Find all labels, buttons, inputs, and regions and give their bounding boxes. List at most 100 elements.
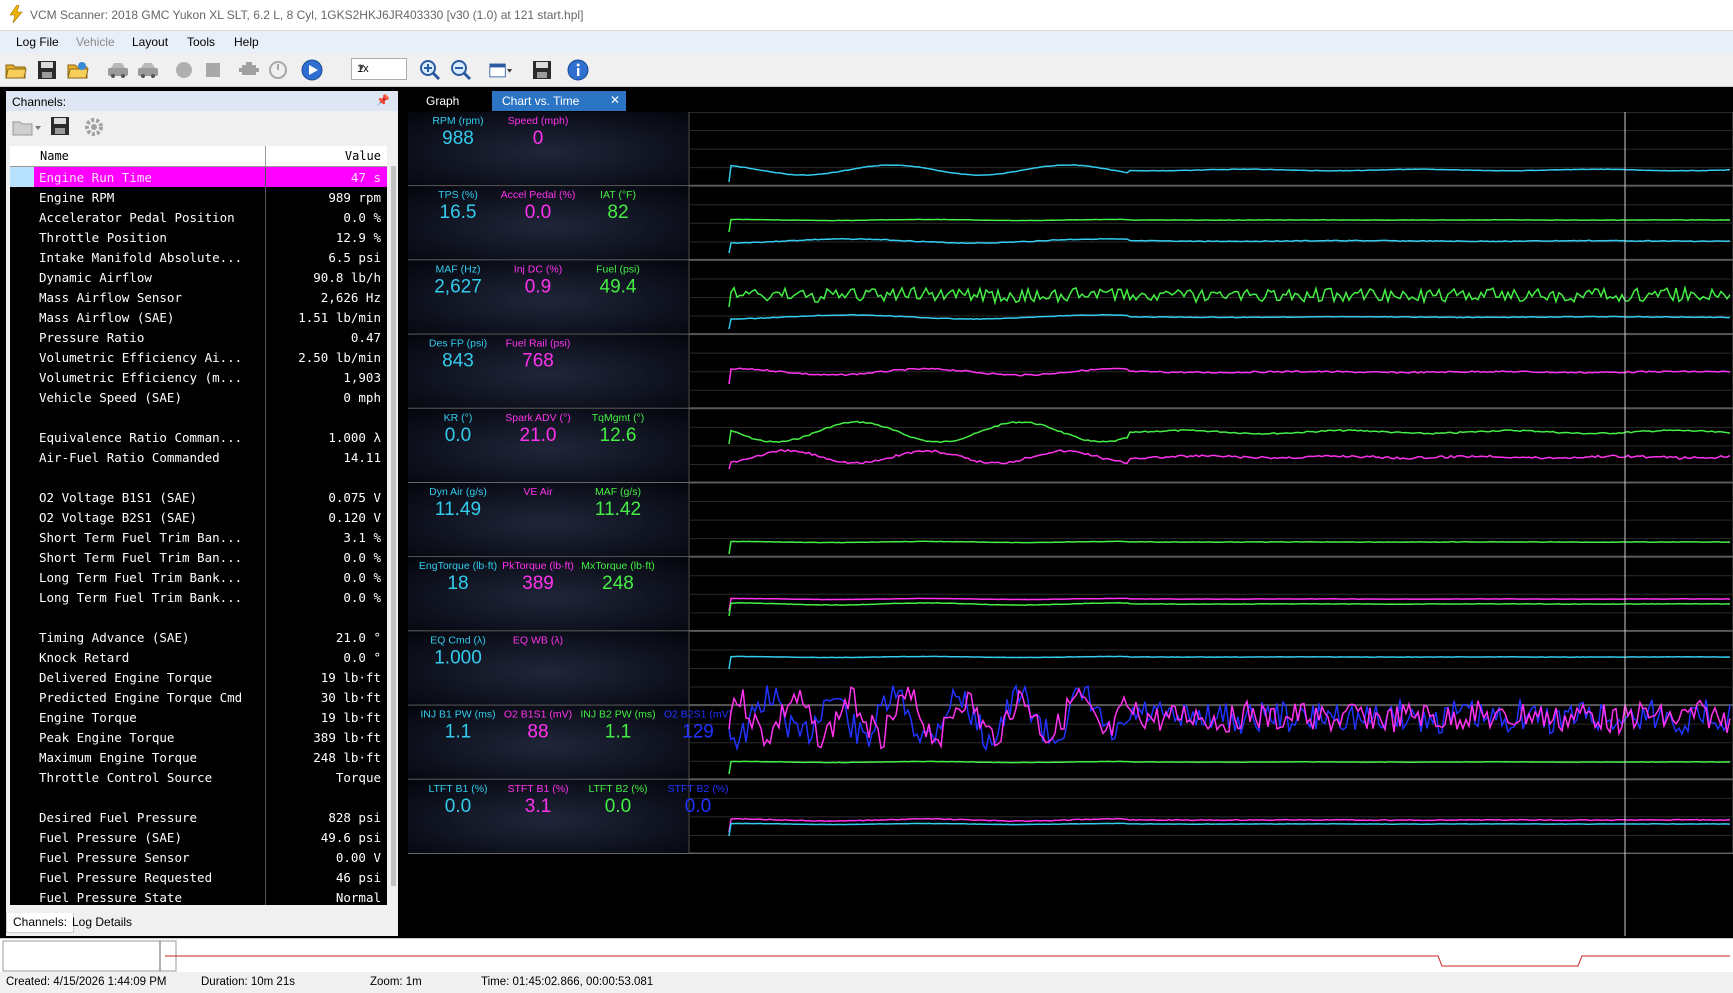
menu-layout[interactable]: Layout <box>132 35 168 49</box>
channel-row[interactable]: Predicted Engine Torque Cmd 30 lb·ft <box>10 687 387 707</box>
chart-pane[interactable]: LTFT B1 (%)0.0STFT B1 (%)3.1LTFT B2 (%)0… <box>408 779 1733 854</box>
row-selector[interactable] <box>10 287 34 307</box>
timeline-overview[interactable] <box>0 938 1733 973</box>
zoom-in-icon[interactable] <box>418 58 442 82</box>
tab-chart-vs-time[interactable]: Chart vs. Time ✕ <box>492 91 626 111</box>
stop-icon[interactable] <box>201 58 225 82</box>
tab-graph[interactable]: Graph <box>416 91 484 111</box>
channel-row[interactable]: Pressure Ratio 0.47 <box>10 327 387 347</box>
channel-row[interactable]: Dynamic Airflow 90.8 lb/h <box>10 267 387 287</box>
row-selector[interactable] <box>10 567 34 587</box>
row-selector[interactable] <box>10 227 34 247</box>
open-channels-icon[interactable] <box>12 117 42 137</box>
channel-row[interactable]: Vehicle Speed (SAE) 0 mph <box>10 387 387 407</box>
channel-row[interactable]: Accelerator Pedal Position 0.0 % <box>10 207 387 227</box>
menu-tools[interactable]: Tools <box>187 35 215 49</box>
channel-row[interactable]: Delivered Engine Torque 19 lb·ft <box>10 667 387 687</box>
pin-icon[interactable]: 📌 <box>376 94 390 107</box>
chart-pane[interactable]: TPS (%)16.5 Accel Pedal (%)0.0 IAT (°F)82 <box>408 185 1733 261</box>
row-selector[interactable] <box>10 527 34 547</box>
tab-channels[interactable]: Channels: <box>6 913 75 933</box>
channel-row[interactable]: Mass Airflow (SAE) 1.51 lb/min <box>10 307 387 327</box>
channel-row[interactable]: Short Term Fuel Trim Ban... 0.0 % <box>10 547 387 567</box>
channel-row[interactable]: Equivalence Ratio Comman... 1.000 λ <box>10 427 387 447</box>
row-selector[interactable] <box>10 547 34 567</box>
row-selector[interactable] <box>10 327 34 347</box>
row-selector[interactable] <box>10 687 34 707</box>
channel-row[interactable]: Air-Fuel Ratio Commanded 14.11 <box>10 447 387 467</box>
row-selector[interactable] <box>10 307 34 327</box>
close-icon[interactable]: ✕ <box>610 93 620 107</box>
row-selector[interactable] <box>10 727 34 747</box>
row-selector[interactable] <box>10 387 34 407</box>
channel-row[interactable]: Peak Engine Torque 389 lb·ft <box>10 727 387 747</box>
open-folder-icon[interactable] <box>4 58 28 82</box>
open-recent-icon[interactable] <box>66 58 90 82</box>
channel-row[interactable]: Intake Manifold Absolute... 6.5 psi <box>10 247 387 267</box>
vehicle-connect-icon[interactable] <box>106 58 130 82</box>
row-selector[interactable] <box>10 667 34 687</box>
row-selector[interactable] <box>10 267 34 287</box>
save-icon[interactable] <box>35 58 59 82</box>
row-selector[interactable] <box>10 847 34 867</box>
channel-row[interactable]: O2 Voltage B2S1 (SAE) 0.120 V <box>10 507 387 527</box>
channel-row[interactable] <box>10 787 387 807</box>
chart-pane[interactable]: Des FP (psi)843 Fuel Rail (psi)768 <box>408 334 1733 409</box>
channel-row[interactable] <box>10 467 387 487</box>
row-selector[interactable] <box>10 487 34 507</box>
chart-pane[interactable]: MAF (Hz)2,627 Inj DC (%)0.9 Fuel (psi)49.4 <box>408 259 1733 335</box>
timeline-overview-svg[interactable] <box>0 939 1733 973</box>
row-selector[interactable] <box>10 367 34 387</box>
row-selector[interactable] <box>10 427 34 447</box>
row-selector[interactable] <box>10 707 34 727</box>
channel-row[interactable]: Engine RPM 989 rpm <box>10 187 387 207</box>
column-header-name[interactable]: Name <box>40 149 69 163</box>
channel-row[interactable]: Knock Retard 0.0 ° <box>10 647 387 667</box>
channel-row[interactable]: Fuel Pressure (SAE) 49.6 psi <box>10 827 387 847</box>
channel-row[interactable]: Volumetric Efficiency Ai... 2.50 lb/min <box>10 347 387 367</box>
row-selector[interactable] <box>10 407 34 427</box>
plot-area[interactable] <box>688 705 1733 780</box>
row-selector[interactable] <box>10 507 34 527</box>
info-icon[interactable] <box>566 58 590 82</box>
play-icon[interactable] <box>300 58 324 82</box>
chart-vs-time-svg[interactable]: RPM (rpm)988 Speed (mph)0 TPS (%)16.5 Accel… <box>408 111 1733 936</box>
chart-pane[interactable]: EngTorque (lb·ft)18 PkTorque (lb·ft)389 Mx… <box>408 556 1733 632</box>
chart-pane[interactable]: KR (°)0.0 Spark ADV (°)21.0 TqMgmt (°)12.6 <box>408 408 1733 483</box>
channel-row[interactable]: Long Term Fuel Trim Bank... 0.0 % <box>10 567 387 587</box>
menu-vehicle[interactable]: Vehicle <box>76 35 115 49</box>
row-selector[interactable] <box>10 467 34 487</box>
channel-row[interactable]: Timing Advance (SAE) 21.0 ° <box>10 627 387 647</box>
row-selector[interactable] <box>10 607 34 627</box>
chart-pane[interactable]: RPM (rpm)988 Speed (mph)0 <box>408 111 1733 187</box>
row-selector[interactable] <box>10 747 34 767</box>
row-selector[interactable] <box>10 867 34 887</box>
scrollbar-thumb[interactable] <box>391 166 396 886</box>
row-selector[interactable] <box>10 887 34 905</box>
engine-icon[interactable] <box>237 58 261 82</box>
row-selector[interactable] <box>10 827 34 847</box>
menu-log-file[interactable]: Log File <box>16 35 59 49</box>
channel-row[interactable]: Engine Torque 19 lb·ft <box>10 707 387 727</box>
channel-row[interactable]: Throttle Position 12.9 % <box>10 227 387 247</box>
row-selector[interactable] <box>10 587 34 607</box>
channel-row[interactable]: Fuel Pressure Requested 46 psi <box>10 867 387 887</box>
timeline-window-selection[interactable] <box>2 940 177 972</box>
channel-row[interactable] <box>10 607 387 627</box>
column-separator[interactable] <box>265 146 266 166</box>
row-selector[interactable] <box>10 627 34 647</box>
row-selector[interactable] <box>10 347 34 367</box>
layout-icon[interactable] <box>489 58 513 82</box>
channels-scrollbar[interactable] <box>389 146 398 905</box>
playback-speed-select[interactable]: 1x ▼ <box>351 58 407 80</box>
zoom-out-icon[interactable] <box>449 58 473 82</box>
row-selector[interactable] <box>10 247 34 267</box>
record-icon[interactable] <box>172 58 196 82</box>
menu-help[interactable]: Help <box>234 35 259 49</box>
channel-row[interactable]: Long Term Fuel Trim Bank... 0.0 % <box>10 587 387 607</box>
column-header-value[interactable]: Value <box>345 149 381 163</box>
tab-log-details[interactable]: Log Details <box>66 913 138 933</box>
row-selector[interactable] <box>10 807 34 827</box>
row-selector[interactable] <box>10 647 34 667</box>
save-channels-icon[interactable] <box>50 116 70 136</box>
